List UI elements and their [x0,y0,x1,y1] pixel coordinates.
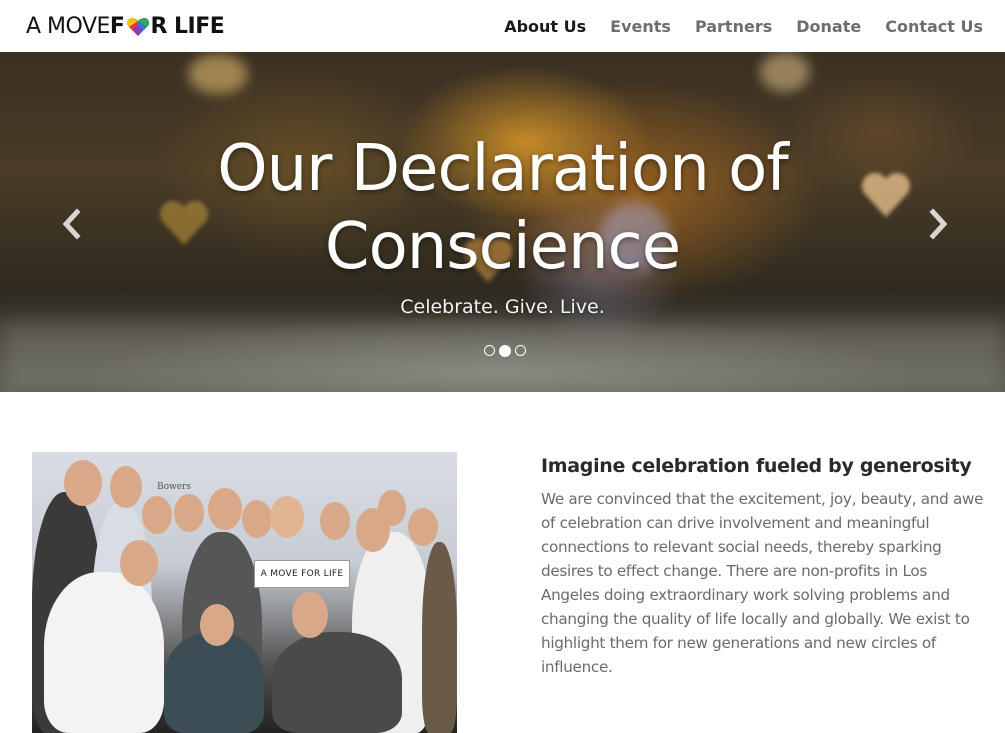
person-face [120,540,158,586]
sponsor-backdrop-text: Bowers [157,482,191,492]
bokeh-light [188,54,248,94]
photo-sign: A MOVE FOR LIFE [254,560,350,588]
person-face [378,490,406,526]
person-face [64,460,102,506]
bokeh-light [0,322,1005,392]
person-face [320,502,350,540]
nav-about-us[interactable]: About Us [504,17,586,36]
person-face [208,488,242,530]
carousel-dot-1[interactable] [484,345,495,356]
nav-partners[interactable]: Partners [695,17,772,36]
carousel-dot-3[interactable] [515,345,526,356]
hero-carousel: Our Declaration of Conscience Celebrate.… [0,52,1005,392]
group-photo: Bowers A MOVE FOR LIFE [32,452,457,733]
nav-donate[interactable]: Donate [796,17,861,36]
logo-text-r-life: R LIFE [150,13,225,39]
intro-section: Imagine celebration fueled by generosity… [541,455,987,679]
site-header: A MOVE F R LIFE About Us Events Partners… [0,0,1005,52]
carousel-dot-2[interactable] [499,344,511,357]
person-figure [164,632,264,733]
hero-title-line1: Our Declaration of [217,132,789,206]
hero-title-line2: Conscience [324,210,681,284]
main-nav: About Us Events Partners Donate Contact … [504,17,983,36]
person-face [270,496,304,538]
nav-events[interactable]: Events [610,17,671,36]
chevron-left-icon[interactable] [58,207,84,241]
logo-text-f: F [109,13,125,39]
person-figure [422,542,457,733]
person-face [174,494,204,532]
chevron-right-icon[interactable] [926,207,952,241]
hero-title: Our Declaration of Conscience [0,130,1005,286]
person-face [408,508,438,546]
carousel-indicators [484,344,526,357]
nav-contact-us[interactable]: Contact Us [885,17,983,36]
site-logo[interactable]: A MOVE F R LIFE [26,13,225,39]
bokeh-light [760,52,810,92]
person-figure [44,572,164,733]
person-face [142,496,172,534]
person-face [292,592,328,638]
person-face [110,466,142,508]
person-figure [272,632,402,733]
hero-subtitle: Celebrate. Give. Live. [400,296,605,318]
section-heading: Imagine celebration fueled by generosity [541,455,972,477]
person-face [242,500,272,538]
person-face [200,604,234,646]
logo-text-a-move: A MOVE [26,13,110,39]
colorful-heart-icon [127,17,150,36]
section-body: We are convinced that the excitement, jo… [541,490,984,676]
